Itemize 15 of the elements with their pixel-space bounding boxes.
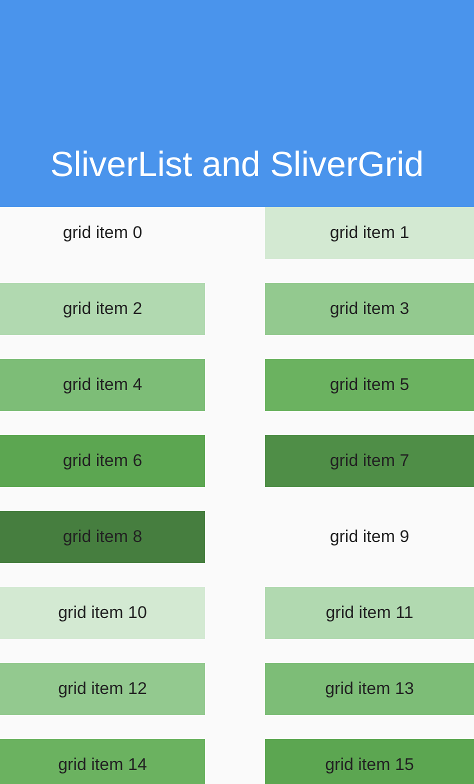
app-bar-title: SliverList and SliverGrid xyxy=(50,145,424,185)
grid-tile: grid item 7 xyxy=(265,435,474,487)
grid-tile: grid item 8 xyxy=(0,511,205,563)
grid-tile: grid item 12 xyxy=(0,663,205,715)
grid-tile: grid item 5 xyxy=(265,359,474,411)
grid-tile: grid item 15 xyxy=(265,739,474,784)
grid-tile: grid item 13 xyxy=(265,663,474,715)
grid-tile: grid item 10 xyxy=(0,587,205,639)
grid-tile: grid item 3 xyxy=(265,283,474,335)
grid-tile: grid item 11 xyxy=(265,587,474,639)
grid-tile: grid item 4 xyxy=(0,359,205,411)
grid-tile: grid item 6 xyxy=(0,435,205,487)
grid-tile: grid item 1 xyxy=(265,207,474,259)
grid-tile: grid item 14 xyxy=(0,739,205,784)
grid-tile: grid item 2 xyxy=(0,283,205,335)
